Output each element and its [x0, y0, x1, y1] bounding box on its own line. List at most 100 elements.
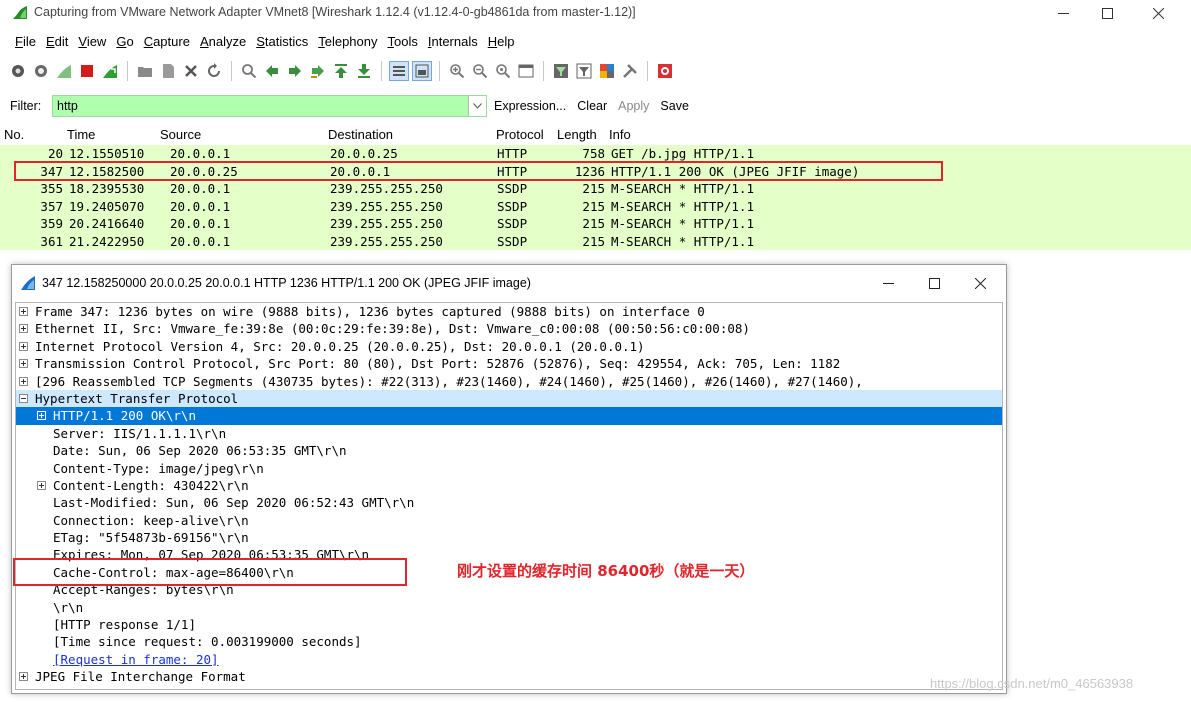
- packet-row[interactable]: 357 19.2405070 20.0.0.1 239.255.255.250 SSDP…: [0, 197, 1191, 215]
- detail-tree-row[interactable]: JPEG File Interchange Format: [16, 668, 1002, 685]
- detail-tree-row[interactable]: Content-Length: 430422\r\n: [16, 477, 1002, 494]
- col-header-protocol[interactable]: Protocol: [496, 127, 544, 142]
- stop-capture-button[interactable]: [77, 61, 97, 81]
- maximize-button[interactable]: [1084, 0, 1130, 26]
- file-icon: [163, 64, 174, 78]
- menu-go[interactable]: Go: [111, 34, 138, 49]
- close-file-button[interactable]: [181, 61, 201, 81]
- menu-telephony[interactable]: Telephony: [313, 34, 382, 49]
- packet-row[interactable]: 359 20.2416640 20.0.0.1 239.255.255.250 SSDP…: [0, 215, 1191, 233]
- colorize-button[interactable]: [389, 61, 409, 81]
- packet-info: M-SEARCH * HTTP/1.1: [611, 216, 754, 231]
- zoom-out-button[interactable]: [470, 61, 490, 81]
- detail-minimize-button[interactable]: [868, 271, 908, 295]
- expand-icon[interactable]: [19, 307, 28, 316]
- expand-icon[interactable]: [19, 672, 28, 682]
- first-packet-button[interactable]: [331, 61, 351, 81]
- col-header-info[interactable]: Info: [609, 127, 631, 142]
- detail-tree-row[interactable]: Ethernet II, Src: Vmware_fe:39:8e (00:0c…: [16, 320, 1002, 337]
- detail-tree-row[interactable]: Transmission Control Protocol, Src Port:…: [16, 355, 1002, 372]
- display-filters-button[interactable]: [574, 61, 594, 81]
- go-back-button[interactable]: [262, 61, 282, 81]
- options-icon: [35, 65, 47, 77]
- menu-help[interactable]: Help: [483, 34, 520, 49]
- detail-close-button[interactable]: [960, 271, 1000, 295]
- go-forward-button[interactable]: [285, 61, 305, 81]
- expand-icon[interactable]: [37, 411, 46, 421]
- menu-file[interactable]: File: [10, 34, 41, 49]
- start-capture-button[interactable]: [54, 61, 74, 81]
- apply-button[interactable]: Apply: [618, 99, 649, 113]
- detail-tree-row[interactable]: Date: Sun, 06 Sep 2020 06:53:35 GMT\r\n: [16, 442, 1002, 459]
- coloring-rules-button[interactable]: [597, 61, 617, 81]
- magnifier-icon: [242, 64, 257, 79]
- expression-button[interactable]: Expression...: [494, 99, 566, 113]
- close-button[interactable]: [1135, 0, 1181, 26]
- detail-tree-row[interactable]: [HTTP response 1/1]: [16, 616, 1002, 633]
- detail-tree-row[interactable]: Frame 347: 1236 bytes on wire (9888 bits…: [16, 303, 1002, 320]
- detail-tree-row[interactable]: Internet Protocol Version 4, Src: 20.0.0…: [16, 338, 1002, 355]
- detail-window-title: 347 12.158250000 20.0.0.25 20.0.0.1 HTTP…: [42, 276, 531, 290]
- col-header-destination[interactable]: Destination: [328, 127, 393, 142]
- detail-tree-row[interactable]: Content-Type: image/jpeg\r\n: [16, 460, 1002, 477]
- expand-icon[interactable]: [19, 341, 28, 351]
- expand-icon[interactable]: [19, 376, 28, 386]
- help-button[interactable]: [655, 61, 675, 81]
- detail-tree-row[interactable]: \r\n: [16, 599, 1002, 616]
- col-header-length[interactable]: Length: [557, 127, 597, 142]
- detail-tree-row[interactable]: Server: IIS/1.1.1.1\r\n: [16, 425, 1002, 442]
- display-filter-input[interactable]: http: [52, 95, 487, 117]
- save-filter-button[interactable]: Save: [660, 99, 689, 113]
- detail-tree-row[interactable]: Last-Modified: Sun, 06 Sep 2020 06:52:43…: [16, 494, 1002, 511]
- interfaces-button[interactable]: [8, 61, 28, 81]
- restart-capture-button[interactable]: [100, 61, 120, 81]
- go-to-packet-button[interactable]: [308, 61, 328, 81]
- detail-tree-row[interactable]: [Request in frame: 20]: [16, 651, 1002, 668]
- collapse-icon[interactable]: [19, 393, 28, 403]
- capture-filters-button[interactable]: [551, 61, 571, 81]
- reload-button[interactable]: [204, 61, 224, 81]
- menu-capture[interactable]: Capture: [139, 34, 195, 49]
- clear-button[interactable]: Clear: [577, 99, 607, 113]
- detail-tree-row[interactable]: [296 Reassembled TCP Segments (430735 by…: [16, 373, 1002, 390]
- packet-dst: 239.255.255.250: [330, 181, 443, 196]
- save-file-button[interactable]: [158, 61, 178, 81]
- minimize-button[interactable]: [1040, 0, 1086, 26]
- col-header-source[interactable]: Source: [160, 127, 201, 142]
- zoom-in-button[interactable]: [447, 61, 467, 81]
- filter-history-dropdown[interactable]: [468, 96, 486, 116]
- request-frame-link[interactable]: [Request in frame: 20]: [53, 651, 219, 668]
- normal-size-button[interactable]: [493, 61, 513, 81]
- col-header-no[interactable]: No.: [4, 127, 24, 142]
- auto-scroll-button[interactable]: [412, 61, 432, 81]
- options-button[interactable]: [31, 61, 51, 81]
- col-header-time[interactable]: Time: [67, 127, 95, 142]
- detail-tree-row[interactable]: ETag: "5f54873b-69156"\r\n: [16, 529, 1002, 546]
- menu-edit[interactable]: Edit: [41, 34, 73, 49]
- detail-tree-row[interactable]: HTTP/1.1 200 OK\r\n: [16, 407, 1002, 425]
- menu-internals[interactable]: Internals: [423, 34, 483, 49]
- last-packet-button[interactable]: [354, 61, 374, 81]
- resize-columns-button[interactable]: [516, 61, 536, 81]
- detail-tree-row[interactable]: Connection: keep-alive\r\n: [16, 512, 1002, 529]
- menu-view[interactable]: View: [73, 34, 111, 49]
- packet-row[interactable]: 355 18.2395530 20.0.0.1 239.255.255.250 SSDP…: [0, 180, 1191, 198]
- expand-icon[interactable]: [37, 480, 46, 490]
- detail-tree-row[interactable]: Hypertext Transfer Protocol: [16, 389, 1002, 408]
- menu-statistics[interactable]: Statistics: [251, 34, 313, 49]
- open-file-button[interactable]: [135, 61, 155, 81]
- packet-time: 18.2395530: [69, 181, 145, 196]
- packet-len: 215: [582, 181, 605, 196]
- find-packet-button[interactable]: [239, 61, 259, 81]
- packet-row[interactable]: 20 12.1550510 20.0.0.1 20.0.0.25 HTTP 758 GET …: [0, 145, 1191, 163]
- expand-icon[interactable]: [19, 359, 28, 369]
- shark-fin-icon: [57, 65, 71, 78]
- menu-analyze[interactable]: Analyze: [195, 34, 251, 49]
- packet-row[interactable]: 361 21.2422950 20.0.0.1 239.255.255.250 SSDP…: [0, 232, 1191, 250]
- preferences-button[interactable]: [620, 61, 640, 81]
- detail-tree-row[interactable]: [Time since request: 0.003199000 seconds…: [16, 633, 1002, 650]
- detail-maximize-button[interactable]: [914, 271, 954, 295]
- menu-tools[interactable]: Tools: [383, 34, 423, 49]
- detail-field-text: Frame 347: 1236 bytes on wire (9888 bits…: [35, 304, 705, 319]
- expand-icon[interactable]: [19, 324, 28, 334]
